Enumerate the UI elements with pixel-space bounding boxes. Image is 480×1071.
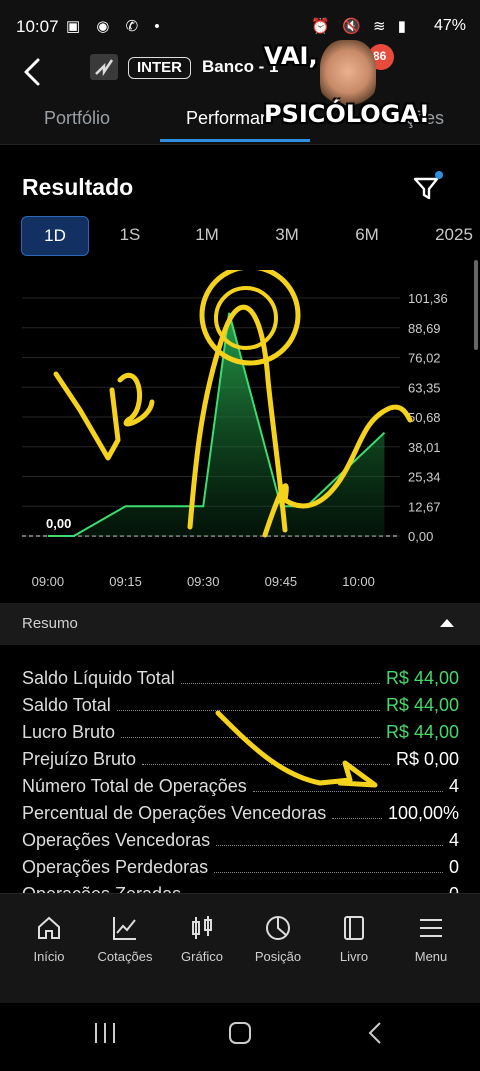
period-1s[interactable]: 1S <box>110 216 150 254</box>
summary-title: Resumo <box>22 615 78 632</box>
recent-apps-icon[interactable] <box>95 1023 115 1043</box>
battery-level: 47% <box>433 17 466 34</box>
meme-sticker: VAI, PSICÓLOGA! <box>262 36 430 152</box>
nav-label: Menu <box>414 949 448 964</box>
period-2025[interactable]: 2025 <box>428 216 480 254</box>
summary-header[interactable]: Resumo <box>0 603 480 645</box>
system-back-icon[interactable] <box>368 1022 381 1044</box>
filter-icon[interactable] <box>410 170 444 204</box>
back-arrow-icon[interactable] <box>18 54 48 90</box>
y-tick-label: 101,36 <box>408 291 448 306</box>
handwritten-arrow-annotation <box>215 710 378 788</box>
nav-label: Início <box>33 949 65 964</box>
y-tick-label: 38,01 <box>408 440 441 455</box>
sticker-text-line1: VAI, <box>264 42 318 70</box>
hamburger-icon <box>420 919 442 937</box>
nav-livro[interactable]: Livro <box>314 914 394 966</box>
x-tick-label: 09:30 <box>187 574 220 589</box>
scrollbar-thumb[interactable] <box>474 260 478 350</box>
period-1m[interactable]: 1M <box>186 216 228 254</box>
period-3m[interactable]: 3M <box>266 216 308 254</box>
nav-menu[interactable]: Menu <box>391 914 471 966</box>
ticker-badge: INTER <box>128 57 191 79</box>
nav-grafico[interactable]: Gráfico <box>162 914 242 966</box>
y-tick-label: 63,35 <box>408 380 441 395</box>
nav-label: Posição <box>254 949 302 964</box>
result-title: Resultado <box>22 174 134 200</box>
system-navigation <box>0 1003 480 1066</box>
notification-icons: ▣ ◉ ✆ • <box>66 18 166 35</box>
home-button-icon[interactable] <box>229 1022 251 1044</box>
tab-portfolio[interactable]: Portfólio <box>44 108 110 129</box>
status-bar: 10:07 ▣ ◉ ✆ • ⏰ 🔇 ≋ ▮ 47% <box>0 0 480 48</box>
performance-chart: 0,00 101,36 88,69 76,02 63,35 50,68 38,01 25,3… <box>22 270 448 589</box>
x-tick-label: 09:00 <box>32 574 65 589</box>
pie-chart-icon <box>266 916 290 940</box>
summary-list: Saldo Líquido Total R$ 44,00 Saldo Total R… <box>0 645 480 893</box>
nav-posicao[interactable]: Posição <box>238 914 318 966</box>
book-icon <box>344 916 364 940</box>
x-tick-label: 10:00 <box>342 574 375 589</box>
start-value-label: 0,00 <box>46 516 71 531</box>
period-6m[interactable]: 6M <box>346 216 388 254</box>
y-tick-label: 12,67 <box>408 499 441 514</box>
candlestick-icon <box>192 916 212 939</box>
chart-line-icon <box>113 917 136 940</box>
nav-label: Cotações <box>97 949 153 964</box>
sticker-text-line2: PSICÓLOGA! <box>264 100 430 128</box>
collapse-caret-icon[interactable] <box>440 619 454 627</box>
x-tick-label: 09:45 <box>265 574 298 589</box>
asset-logo-icon <box>90 54 118 80</box>
status-time: 10:07 <box>16 17 59 36</box>
x-tick-label: 09:15 <box>109 574 142 589</box>
period-1d[interactable]: 1D <box>21 216 89 256</box>
nav-label: Gráfico <box>181 949 223 964</box>
y-tick-label: 50,68 <box>408 410 441 425</box>
y-tick-label: 0,00 <box>408 529 433 544</box>
nav-label: Livro <box>339 949 369 964</box>
y-tick-label: 25,34 <box>408 470 441 485</box>
home-icon <box>38 916 60 939</box>
bottom-navigation: Início Cotações Gráfico Posição Livro Me… <box>0 893 480 1004</box>
y-tick-label: 88,69 <box>408 321 441 336</box>
system-icons: ⏰ 🔇 ≋ ▮ <box>311 18 410 35</box>
tab-performance[interactable]: Performar <box>186 108 266 129</box>
nav-inicio[interactable]: Início <box>9 914 89 966</box>
period-selector: 1D 1S 1M 3M 6M 2025 <box>0 216 480 256</box>
y-tick-label: 76,02 <box>408 351 441 366</box>
nav-cotacoes[interactable]: Cotações <box>85 914 165 966</box>
